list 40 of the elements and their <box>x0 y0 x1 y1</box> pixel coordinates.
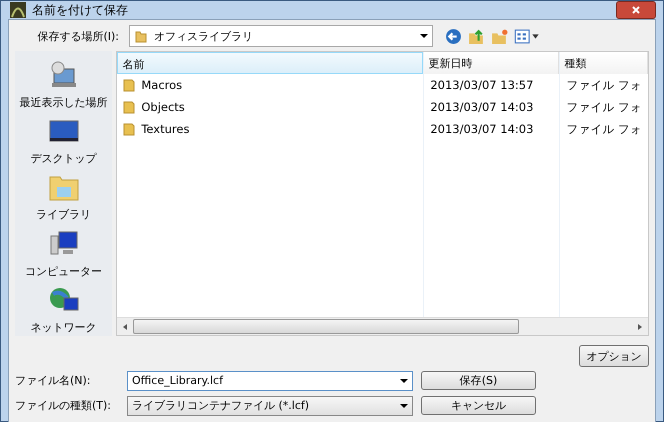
new-folder-icon[interactable] <box>491 28 508 44</box>
view-menu-icon[interactable] <box>514 28 540 44</box>
table-cell: 2013/03/07 14:03 <box>430 122 534 136</box>
place-item[interactable]: コンピューター <box>15 228 112 280</box>
location-label: 保存する場所(I): <box>36 28 119 44</box>
folder-icon <box>134 29 148 43</box>
options-button[interactable]: オプション <box>579 345 649 367</box>
up-folder-icon[interactable] <box>468 28 485 44</box>
place-item[interactable]: 最近表示した場所 <box>15 59 112 112</box>
column-header[interactable]: 名前 <box>117 52 424 74</box>
cancel-button[interactable]: キャンセル <box>421 396 536 415</box>
table-cell: 2013/03/07 13:57 <box>430 78 534 92</box>
filetype-label: ファイルの種類(T): <box>15 398 112 413</box>
filename-label: ファイル名(N): <box>15 373 92 388</box>
place-item[interactable]: デスクトップ <box>15 115 112 168</box>
table-cell: ファイル フォ <box>566 100 642 114</box>
file-name[interactable]: Macros <box>141 78 182 92</box>
window-title: 名前を付けて保存 <box>32 2 128 18</box>
table-cell: ファイル フォ <box>566 122 642 136</box>
place-item[interactable]: ネットワーク <box>15 284 112 336</box>
back-icon[interactable] <box>445 28 462 44</box>
scroll-thumb[interactable] <box>133 319 520 334</box>
column-header[interactable]: 種類 <box>559 52 648 74</box>
horizontal-scrollbar[interactable] <box>117 317 648 335</box>
app-icon <box>10 2 26 18</box>
location-dropdown[interactable]: オフィスライブラリ <box>129 25 433 47</box>
file-name[interactable]: Objects <box>141 100 185 114</box>
filetype-dropdown[interactable]: ライブラリコンテナファイル (*.lcf) <box>127 396 413 416</box>
folder-icon <box>123 78 136 92</box>
close-button[interactable] <box>616 1 656 19</box>
filename-field[interactable]: Office_Library.lcf <box>127 370 413 390</box>
column-header[interactable]: 更新日時 <box>423 52 560 74</box>
folder-icon <box>123 100 136 114</box>
place-item[interactable]: ライブラリ <box>15 171 112 224</box>
folder-icon <box>123 122 136 136</box>
file-name[interactable]: Textures <box>141 122 190 136</box>
table-cell: 2013/03/07 14:03 <box>430 100 534 114</box>
save-button[interactable]: 保存(S) <box>421 371 536 390</box>
close-icon <box>631 5 641 15</box>
table-cell: ファイル フォ <box>566 78 642 92</box>
